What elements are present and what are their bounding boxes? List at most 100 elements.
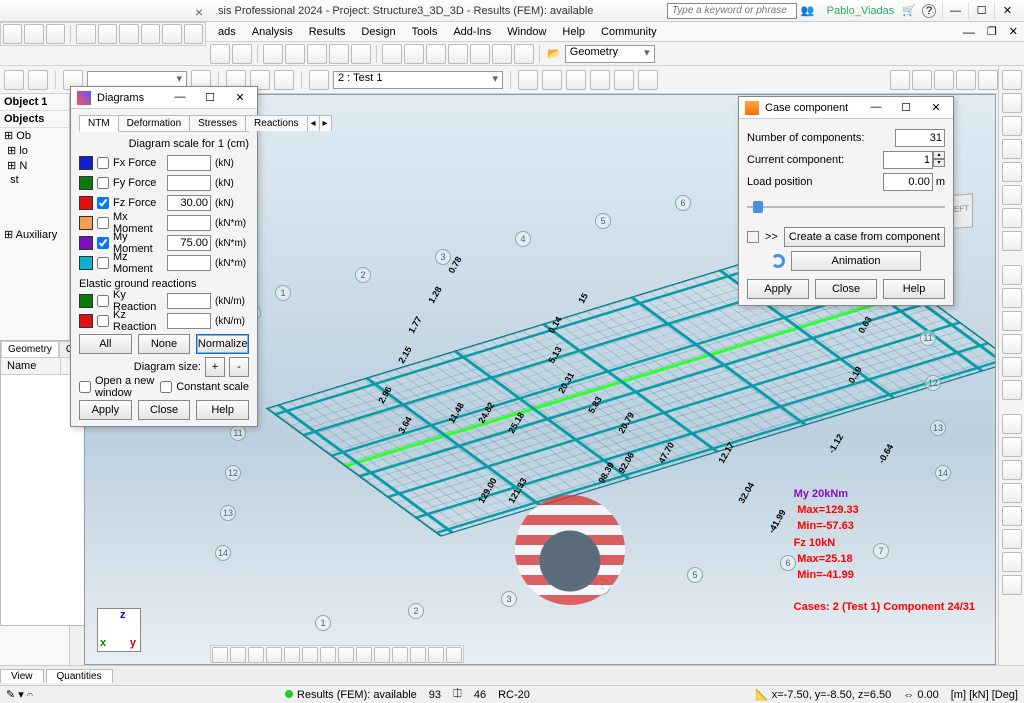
vt-icon[interactable] bbox=[284, 647, 300, 663]
undo-icon[interactable] bbox=[210, 44, 230, 64]
tb-icon[interactable] bbox=[274, 70, 294, 90]
qat-new-icon[interactable] bbox=[3, 24, 22, 44]
force-2-value[interactable] bbox=[167, 195, 211, 211]
load-case-combo[interactable]: 2 : Test 1 bbox=[333, 71, 503, 89]
cc-close-button[interactable]: Close bbox=[815, 279, 877, 299]
vt-icon[interactable] bbox=[302, 647, 318, 663]
vt-icon[interactable] bbox=[212, 647, 228, 663]
vt-icon[interactable] bbox=[248, 647, 264, 663]
egr-0-check[interactable] bbox=[97, 295, 109, 307]
tab-ntm[interactable]: NTM bbox=[79, 115, 119, 132]
force-5-value[interactable] bbox=[167, 255, 211, 271]
tb-icon[interactable] bbox=[351, 44, 371, 64]
view-tab[interactable]: View bbox=[0, 669, 44, 683]
position-slider[interactable] bbox=[747, 197, 945, 217]
rt-icon[interactable] bbox=[1002, 483, 1022, 503]
case-icon[interactable] bbox=[309, 70, 329, 90]
menu-loads[interactable]: ads bbox=[210, 24, 244, 40]
quantities-tab[interactable]: Quantities bbox=[46, 669, 113, 683]
create-case-button[interactable]: Create a case from component bbox=[784, 227, 945, 247]
camera-icon[interactable] bbox=[492, 44, 512, 64]
rt-icon[interactable] bbox=[1002, 231, 1022, 251]
tb-icon[interactable] bbox=[614, 70, 634, 90]
dlg-maximize-icon[interactable]: ☐ bbox=[895, 101, 917, 114]
dlg-minimize-icon[interactable]: — bbox=[169, 91, 191, 104]
wireframe-icon[interactable] bbox=[382, 44, 402, 64]
rt-icon[interactable] bbox=[1002, 334, 1022, 354]
dlg-maximize-icon[interactable]: ☐ bbox=[199, 91, 221, 104]
rt-icon[interactable] bbox=[1002, 552, 1022, 572]
tree-item[interactable]: ⊞ lo bbox=[0, 143, 69, 158]
force-3-value[interactable] bbox=[167, 215, 211, 231]
layout-combo[interactable]: Geometry bbox=[565, 45, 655, 63]
tab-deformation[interactable]: Deformation bbox=[118, 115, 190, 131]
tb-icon[interactable] bbox=[912, 70, 932, 90]
tb-icon[interactable] bbox=[542, 70, 562, 90]
qat-record-icon[interactable] bbox=[184, 24, 203, 44]
rt-icon[interactable] bbox=[1002, 288, 1022, 308]
egr-1-value[interactable] bbox=[167, 313, 211, 329]
close-button[interactable]: ✕ bbox=[994, 2, 1020, 20]
select-icon[interactable] bbox=[4, 70, 24, 90]
vt-icon[interactable] bbox=[356, 647, 372, 663]
vt-icon[interactable] bbox=[374, 647, 390, 663]
force-2-check[interactable] bbox=[97, 197, 109, 209]
rt-icon[interactable] bbox=[1002, 357, 1022, 377]
menu-addins[interactable]: Add-Ins bbox=[445, 24, 499, 40]
force-1-value[interactable] bbox=[167, 175, 211, 191]
rt-icon[interactable] bbox=[1002, 380, 1022, 400]
num-components-field[interactable] bbox=[895, 129, 945, 147]
qat-open-icon[interactable] bbox=[24, 24, 43, 44]
tb-icon[interactable] bbox=[956, 70, 976, 90]
tb-icon[interactable] bbox=[307, 44, 327, 64]
force-5-check[interactable] bbox=[97, 257, 109, 269]
layout-folder-icon[interactable]: 📂 bbox=[545, 47, 563, 60]
menu-results[interactable]: Results bbox=[301, 24, 354, 40]
tb-icon[interactable] bbox=[263, 44, 283, 64]
mdi-minimize-icon[interactable]: — bbox=[957, 25, 981, 39]
rt-icon[interactable] bbox=[1002, 139, 1022, 159]
size-plus-button[interactable]: + bbox=[205, 357, 225, 377]
rt-icon[interactable] bbox=[1002, 116, 1022, 136]
tab-scroll-right[interactable]: ▸ bbox=[319, 115, 332, 131]
force-0-value[interactable] bbox=[167, 155, 211, 171]
tb-icon[interactable] bbox=[518, 70, 538, 90]
tree-item[interactable]: ⊞ Auxiliary bbox=[0, 227, 69, 242]
tb-icon[interactable] bbox=[978, 70, 998, 90]
menu-analysis[interactable]: Analysis bbox=[244, 24, 301, 40]
minimize-button[interactable]: — bbox=[942, 2, 968, 20]
all-button[interactable]: All bbox=[79, 334, 132, 354]
vt-icon[interactable] bbox=[320, 647, 336, 663]
menu-tools[interactable]: Tools bbox=[404, 24, 446, 40]
constant-scale-check[interactable] bbox=[160, 381, 172, 393]
close-button[interactable]: Close bbox=[138, 400, 191, 420]
force-3-check[interactable] bbox=[97, 217, 109, 229]
globe-icon[interactable] bbox=[404, 44, 424, 64]
qat-stop-icon[interactable] bbox=[162, 24, 181, 44]
animation-button[interactable]: Animation bbox=[791, 251, 921, 271]
qat-ff-icon[interactable] bbox=[141, 24, 160, 44]
geom-tab-geometry[interactable]: Geometry bbox=[1, 341, 59, 357]
vt-icon[interactable] bbox=[392, 647, 408, 663]
rt-icon[interactable] bbox=[1002, 311, 1022, 331]
menu-design[interactable]: Design bbox=[353, 24, 403, 40]
vt-icon[interactable] bbox=[266, 647, 282, 663]
spin-down[interactable]: ▾ bbox=[933, 159, 945, 167]
search-input[interactable] bbox=[667, 3, 797, 19]
menu-window[interactable]: Window bbox=[499, 24, 554, 40]
load-position-field[interactable] bbox=[883, 173, 933, 191]
current-component-field[interactable] bbox=[883, 151, 933, 169]
vt-icon[interactable] bbox=[428, 647, 444, 663]
rt-icon[interactable] bbox=[1002, 93, 1022, 113]
redo-icon[interactable] bbox=[232, 44, 252, 64]
none-button[interactable]: None bbox=[138, 334, 191, 354]
tb-icon[interactable] bbox=[329, 44, 349, 64]
dlg-close-icon[interactable]: ✕ bbox=[229, 91, 251, 104]
tb-icon[interactable] bbox=[566, 70, 586, 90]
spin-up[interactable]: ▴ bbox=[933, 151, 945, 159]
tree-item[interactable]: st bbox=[0, 173, 69, 187]
vt-icon[interactable] bbox=[446, 647, 462, 663]
dlg-minimize-icon[interactable]: — bbox=[865, 101, 887, 114]
tab-stresses[interactable]: Stresses bbox=[189, 115, 246, 131]
qat-rewind-icon[interactable] bbox=[119, 24, 138, 44]
